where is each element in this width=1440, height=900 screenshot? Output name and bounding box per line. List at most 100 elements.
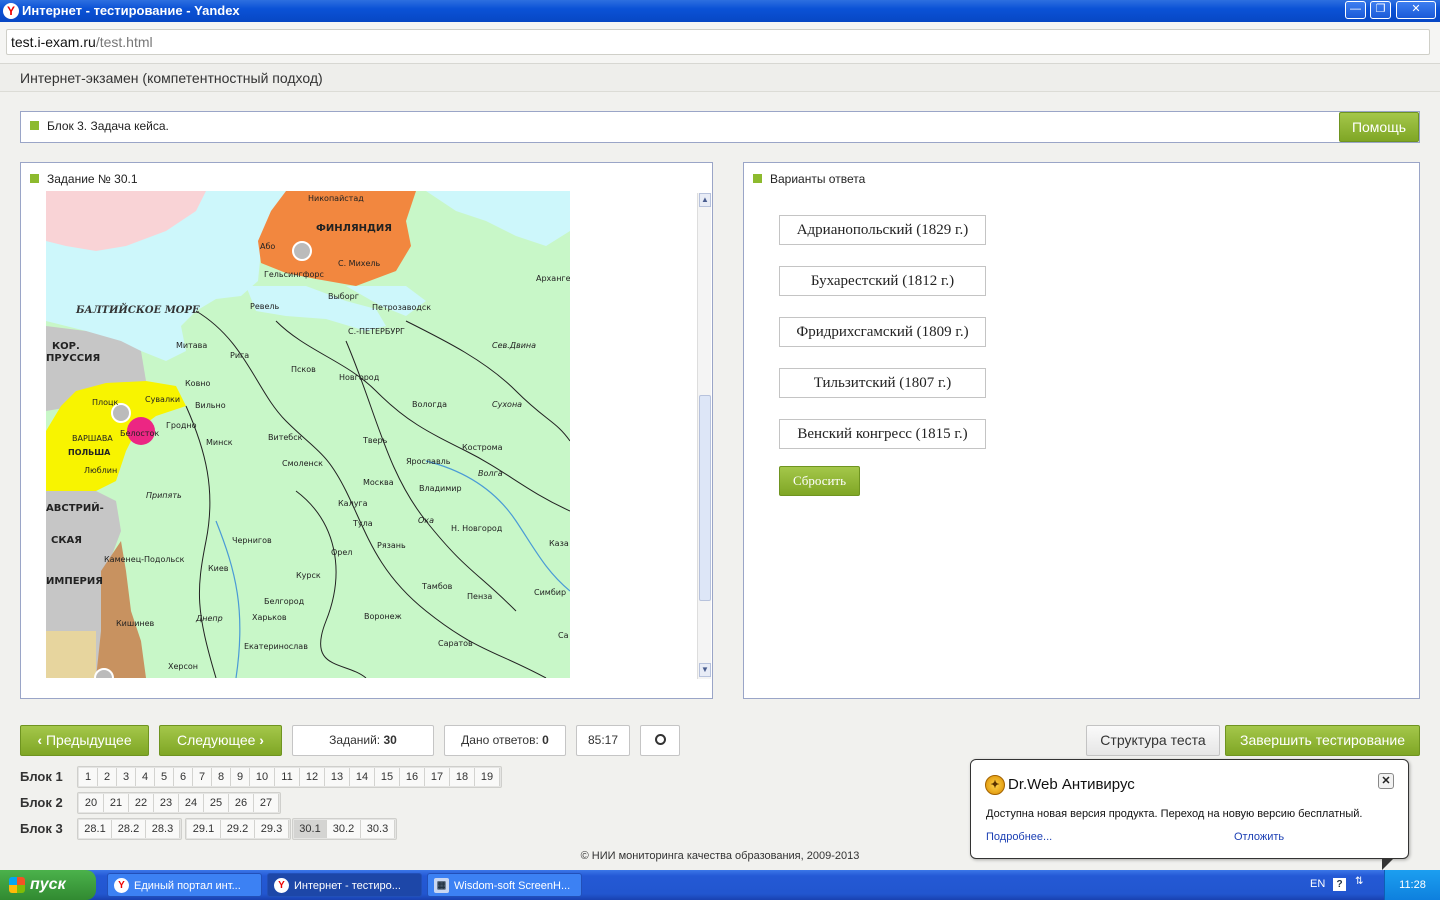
question-button[interactable]: 10 xyxy=(250,768,275,786)
drweb-message: Доступна новая версия продукта. Переход … xyxy=(986,808,1363,820)
next-button[interactable]: Следующее › xyxy=(159,725,282,756)
language-indicator[interactable]: EN xyxy=(1310,878,1325,890)
question-button[interactable]: 14 xyxy=(350,768,375,786)
ottoman-region xyxy=(46,631,96,678)
green-square-icon xyxy=(30,174,39,183)
question-group: 30.1 30.2 30.3 xyxy=(292,818,397,840)
map-label: Днепр xyxy=(195,614,223,623)
question-button[interactable]: 28.1 xyxy=(79,820,112,838)
question-button[interactable]: 30.3 xyxy=(361,820,395,838)
question-button[interactable]: 27 xyxy=(254,794,279,812)
question-button[interactable]: 20 xyxy=(79,794,104,812)
question-button[interactable]: 7 xyxy=(193,768,212,786)
question-button[interactable]: 18 xyxy=(450,768,475,786)
map-label: Архангел xyxy=(536,274,570,283)
minimize-button[interactable]: — xyxy=(1345,1,1366,19)
question-button[interactable]: 8 xyxy=(212,768,231,786)
finish-test-button[interactable]: Завершить тестирование xyxy=(1225,725,1420,756)
answer-option[interactable]: Адрианопольский (1829 г.) xyxy=(779,215,986,245)
question-button[interactable]: 2 xyxy=(98,768,117,786)
map-label: Белосток xyxy=(120,429,159,438)
map-label: Минск xyxy=(206,438,233,447)
question-button[interactable]: 11 xyxy=(275,768,300,786)
question-button[interactable]: 24 xyxy=(179,794,204,812)
question-button[interactable]: 29.3 xyxy=(255,820,289,838)
tray-arrows-icon[interactable]: ⇅ xyxy=(1355,876,1363,887)
taskbar-item-active[interactable]: Y Интернет - тестиро... xyxy=(267,873,422,897)
map-label: КОР. xyxy=(52,341,80,352)
question-button[interactable]: 23 xyxy=(154,794,179,812)
map-label: Тверь xyxy=(362,436,388,445)
help-icon[interactable]: ? xyxy=(1333,878,1346,891)
map-label: Херсон xyxy=(168,662,198,671)
question-button[interactable]: 29.2 xyxy=(221,820,255,838)
map-label: Плоцк xyxy=(92,398,118,407)
close-window-button[interactable]: ✕ xyxy=(1396,1,1436,19)
scroll-down-arrow-icon[interactable]: ▼ xyxy=(699,663,711,677)
question-button[interactable]: 30.2 xyxy=(327,820,361,838)
drweb-more-link[interactable]: Подробнее... xyxy=(986,831,1052,843)
drweb-postpone-link[interactable]: Отложить xyxy=(1234,831,1284,843)
prev-button[interactable]: ‹ Предыдущее xyxy=(20,725,149,756)
question-button[interactable]: 17 xyxy=(425,768,450,786)
scroll-thumb[interactable] xyxy=(699,395,711,601)
task-title: Задание № 30.1 xyxy=(47,172,138,186)
question-button[interactable]: 5 xyxy=(155,768,174,786)
question-button[interactable]: 9 xyxy=(231,768,250,786)
map-label: Сухона xyxy=(492,400,522,409)
question-button[interactable]: 4 xyxy=(136,768,155,786)
answer-option[interactable]: Тильзитский (1807 г.) xyxy=(779,368,986,398)
green-square-icon xyxy=(753,174,762,183)
question-button[interactable]: 21 xyxy=(104,794,129,812)
clock-button[interactable] xyxy=(640,725,680,756)
answer-option[interactable]: Фридрихсгамский (1809 г.) xyxy=(779,317,986,347)
url-field[interactable]: test.i-exam.ru/test.html xyxy=(6,29,1430,55)
map-label: Гельсингфорс xyxy=(264,270,324,279)
question-button[interactable]: 15 xyxy=(375,768,400,786)
map-label: Псков xyxy=(291,365,316,374)
question-button[interactable]: 13 xyxy=(325,768,350,786)
question-button[interactable]: 3 xyxy=(117,768,136,786)
window-titlebar: Y Интернет - тестирование - Yandex — ❐ ✕ xyxy=(0,0,1440,22)
map-label: Волга xyxy=(478,469,503,478)
answer-option[interactable]: Бухарестский (1812 г.) xyxy=(779,266,986,296)
map-label: Ковно xyxy=(185,379,211,388)
map-label: Белгород xyxy=(264,597,305,606)
question-button[interactable]: 28.3 xyxy=(146,820,180,838)
clock[interactable]: 11:28 xyxy=(1384,870,1440,900)
question-button[interactable]: 1 xyxy=(79,768,98,786)
question-button[interactable]: 28.2 xyxy=(112,820,146,838)
answer-option[interactable]: Венский конгресс (1815 г.) xyxy=(779,419,986,449)
taskbar-item[interactable]: Y Единый портал инт... xyxy=(107,873,262,897)
question-button[interactable]: 25 xyxy=(204,794,229,812)
map-label: Пенза xyxy=(467,592,492,601)
test-structure-button[interactable]: Структура теста xyxy=(1086,725,1220,756)
map-label: Саратов xyxy=(438,639,473,648)
map-scrollbar[interactable]: ▲ ▼ xyxy=(697,193,711,679)
timer: 85:17 xyxy=(576,725,630,756)
map-label: Сев.Двина xyxy=(492,341,536,350)
block-row-3: Блок 3 28.1 28.2 28.3 29.1 29.2 29.3 30.… xyxy=(20,818,400,840)
close-icon[interactable]: ✕ xyxy=(1378,773,1394,789)
map-label: ПОЛЬША xyxy=(68,448,111,457)
tasks-label: Заданий: xyxy=(329,733,381,747)
question-button[interactable]: 26 xyxy=(229,794,254,812)
help-button[interactable]: Помощь xyxy=(1339,112,1419,142)
taskbar-item[interactable]: ▦ Wisdom-soft ScreenH... xyxy=(427,873,582,897)
reset-button[interactable]: Сбросить xyxy=(779,466,860,496)
map-label: Са xyxy=(558,631,569,640)
question-button[interactable]: 29.1 xyxy=(187,820,221,838)
restore-button[interactable]: ❐ xyxy=(1370,1,1391,19)
scroll-up-arrow-icon[interactable]: ▲ xyxy=(699,193,711,207)
map-label: Тула xyxy=(352,519,373,528)
chevron-right-icon: › xyxy=(259,732,264,748)
map-label: Рига xyxy=(230,351,249,360)
question-button[interactable]: 16 xyxy=(400,768,425,786)
page-title: Интернет-экзамен (компетентностный подхо… xyxy=(20,70,323,86)
question-button[interactable]: 22 xyxy=(129,794,154,812)
question-button[interactable]: 12 xyxy=(300,768,325,786)
question-button-active[interactable]: 30.1 xyxy=(294,820,327,838)
start-button[interactable]: пуск xyxy=(0,870,96,900)
question-button[interactable]: 6 xyxy=(174,768,193,786)
question-button[interactable]: 19 xyxy=(475,768,500,786)
